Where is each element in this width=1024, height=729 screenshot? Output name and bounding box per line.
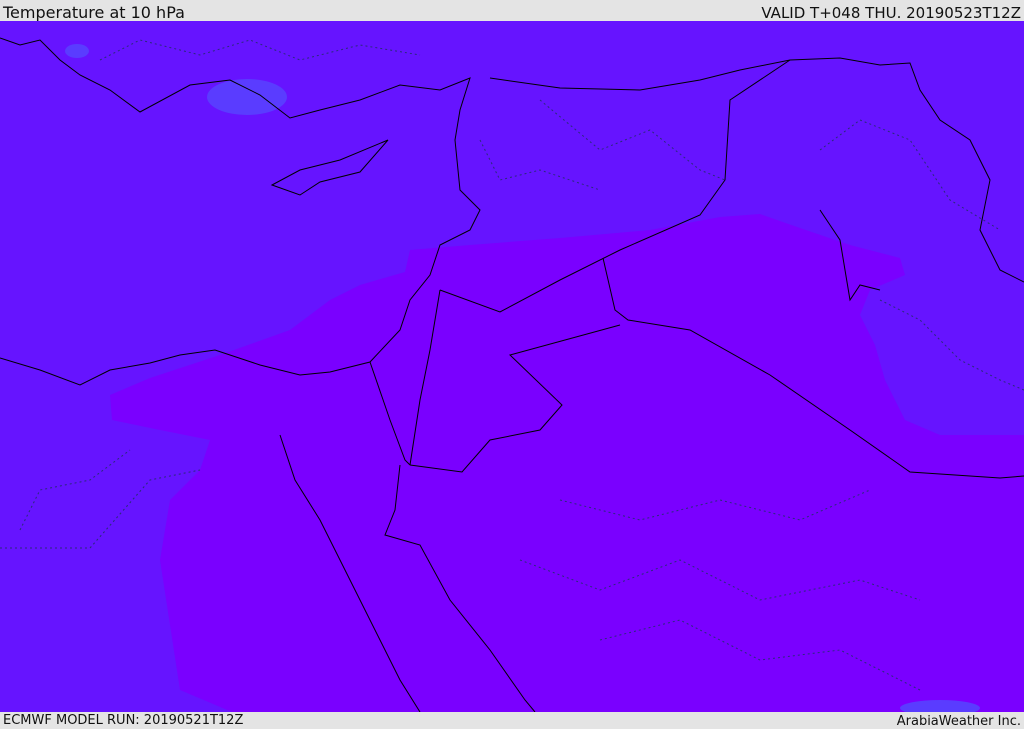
- map-header: Temperature at 10 hPa VALID T+048 THU. 2…: [0, 0, 1024, 22]
- map-title: Temperature at 10 hPa: [3, 3, 185, 22]
- map-footer: ECMWF MODEL RUN: 20190521T12Z ArabiaWeat…: [0, 712, 1024, 729]
- cold-spot: [65, 44, 89, 58]
- temperature-map: [0, 21, 1024, 712]
- cold-spot: [207, 79, 287, 115]
- valid-time: VALID T+048 THU. 20190523T12Z: [761, 4, 1021, 22]
- model-run: ECMWF MODEL RUN: 20190521T12Z: [3, 713, 244, 728]
- credit: ArabiaWeather Inc.: [896, 714, 1021, 729]
